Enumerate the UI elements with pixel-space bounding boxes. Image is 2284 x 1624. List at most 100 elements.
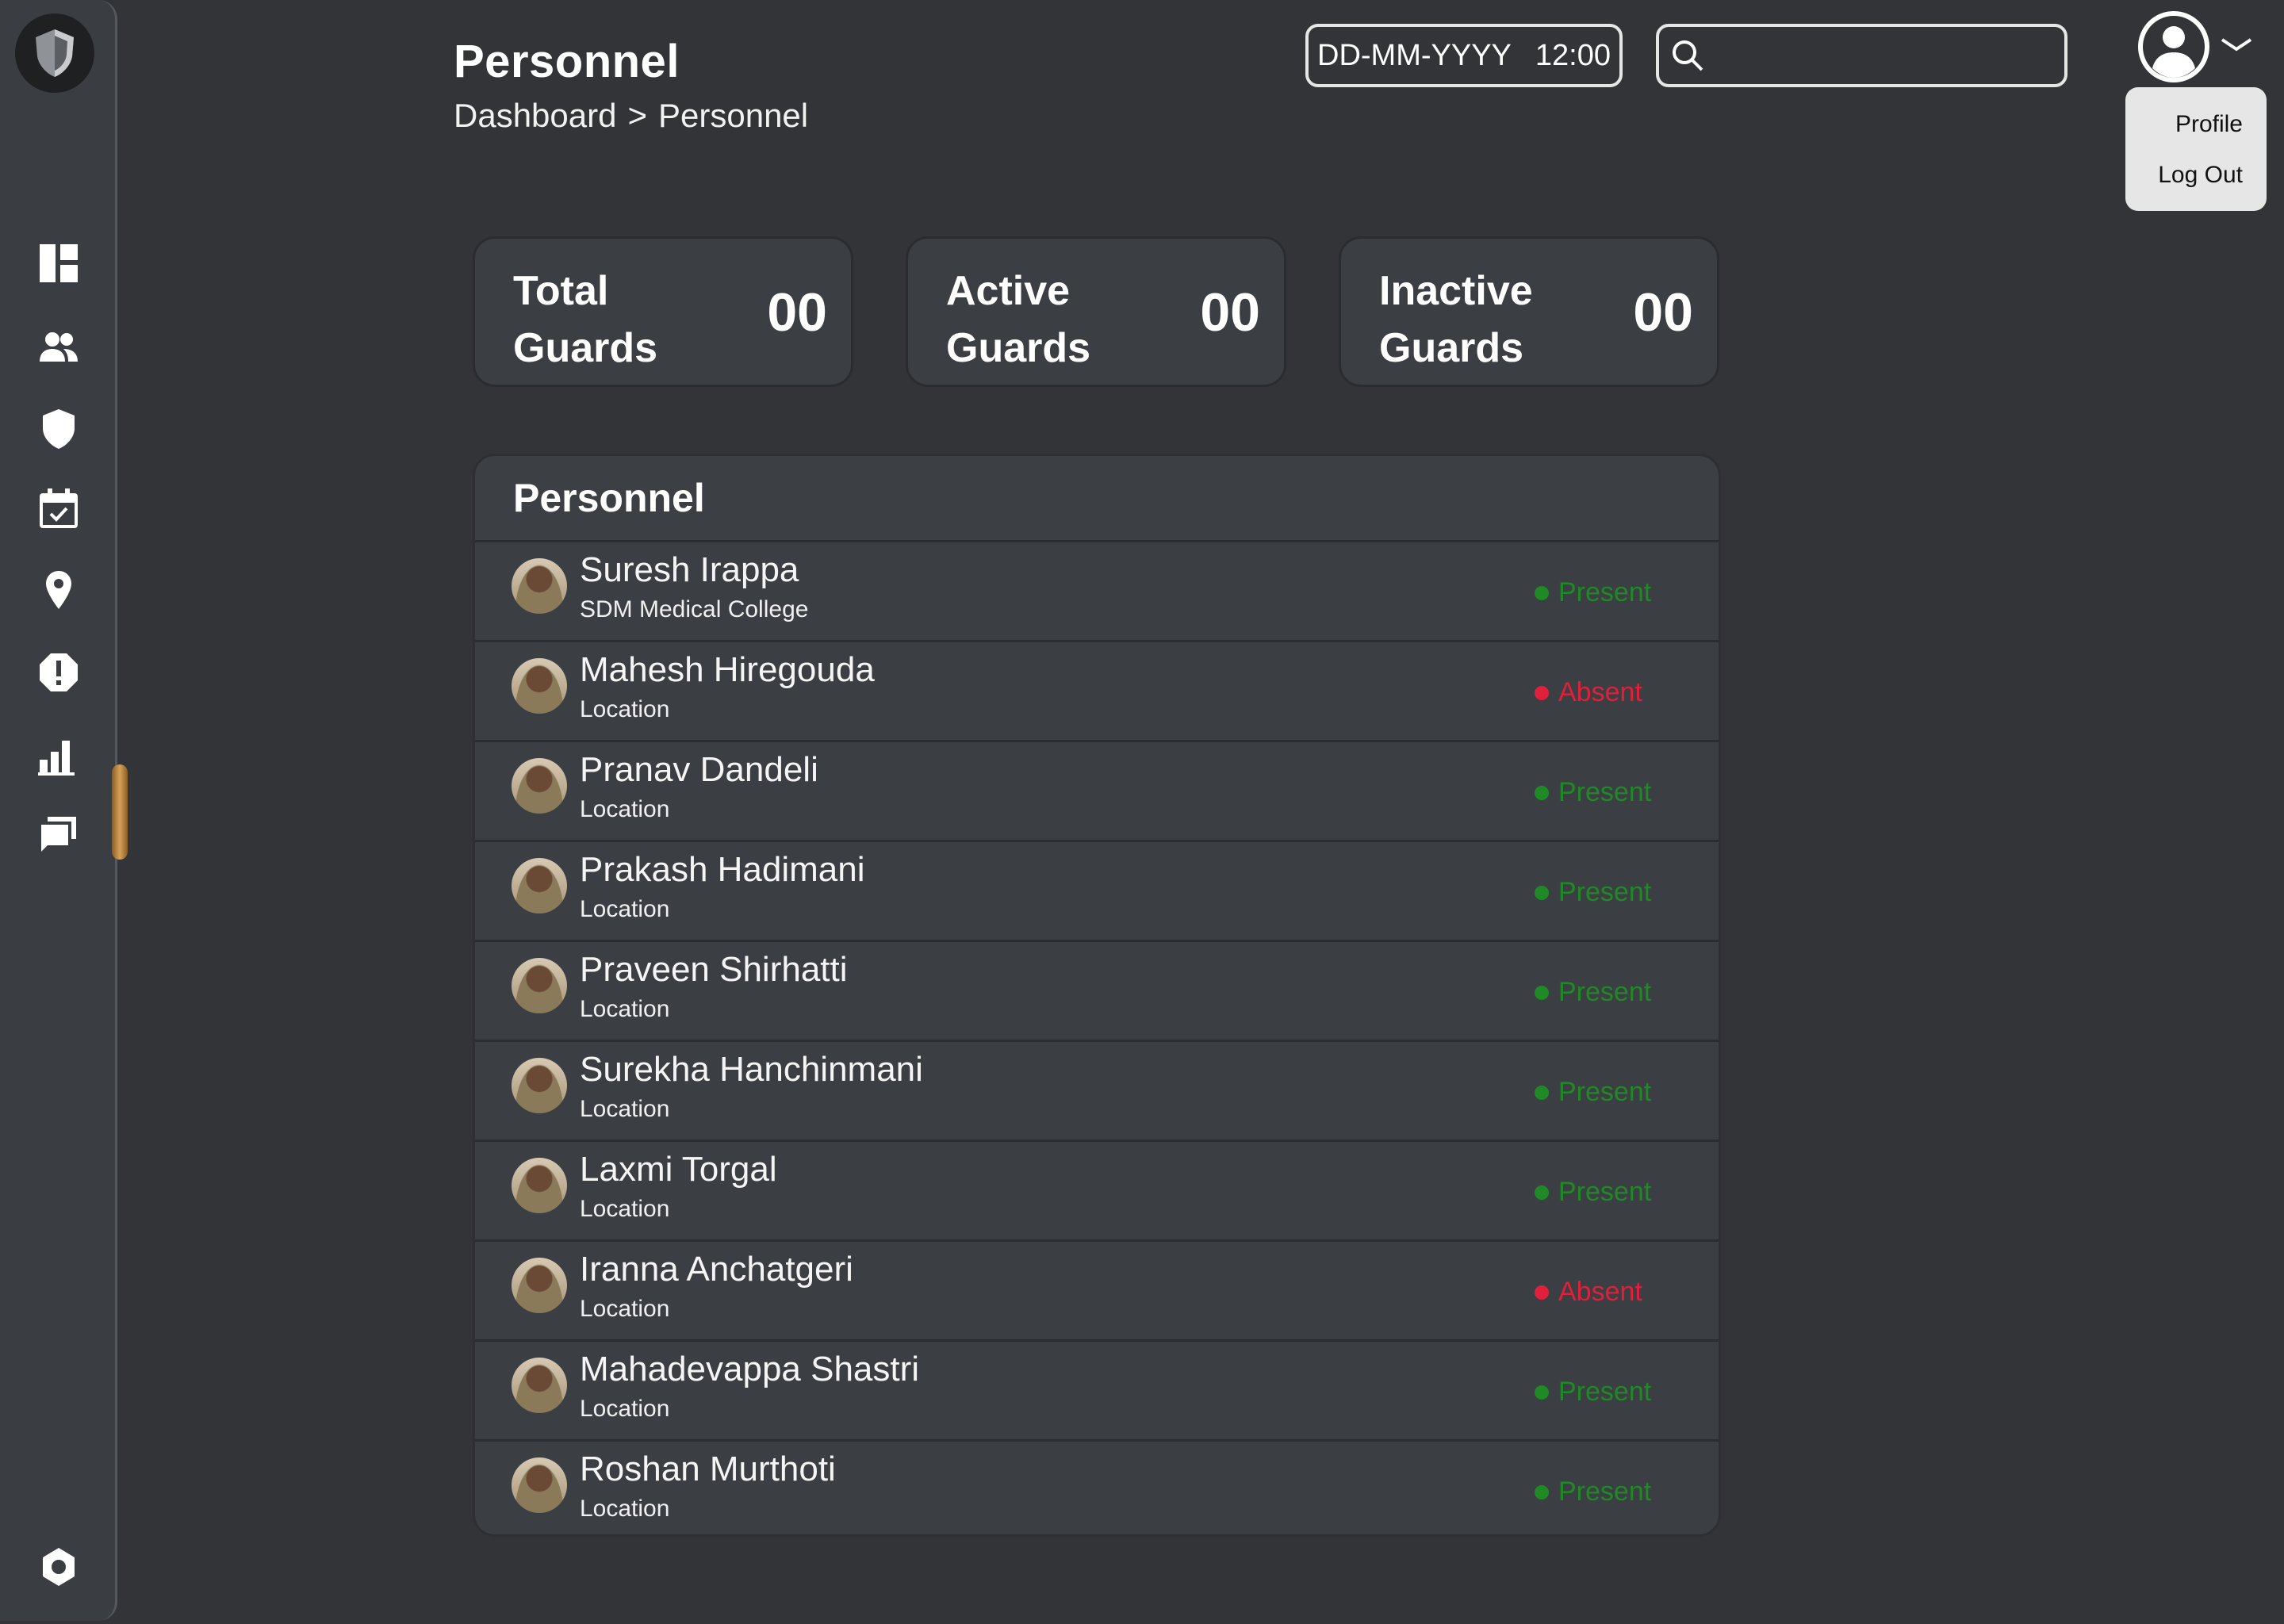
status-badge: Present [1535, 1177, 1651, 1208]
chevron-down-icon[interactable] [2217, 32, 2255, 56]
search-icon [1673, 40, 1703, 71]
personnel-location: Location [580, 996, 670, 1022]
status-dot-icon [1535, 1285, 1549, 1300]
personnel-name: Roshan Murthoti [580, 1450, 836, 1488]
sidebar-scrollbar[interactable] [112, 764, 128, 860]
personnel-panel: Personnel Suresh Irappa SDM Medical Colle… [473, 454, 1721, 1537]
status-text: Present [1558, 577, 1652, 607]
avatar [512, 958, 567, 1013]
status-badge: Present [1535, 877, 1651, 908]
stat-card-total-guards[interactable]: Total Guards 00 [473, 236, 853, 387]
personnel-name: Iranna Anchatgeri [580, 1250, 853, 1289]
search-box[interactable] [1656, 24, 2067, 87]
list-item[interactable]: Pranav Dandeli Location Present [475, 740, 1719, 840]
personnel-name: Suresh Irappa [580, 550, 799, 589]
status-badge: Present [1535, 1477, 1651, 1507]
personnel-location: Location [580, 796, 670, 822]
status-text: Present [1558, 1477, 1652, 1507]
sidebar [0, 0, 117, 1621]
personnel-location: Location [580, 1096, 670, 1122]
breadcrumb: Dashboard > Personnel [454, 97, 808, 135]
status-text: Present [1558, 877, 1652, 907]
page-title: Personnel [454, 36, 680, 87]
avatar [512, 858, 567, 914]
shield-icon[interactable] [36, 406, 81, 450]
status-text: Present [1558, 977, 1652, 1007]
alert-icon[interactable] [36, 650, 81, 695]
avatar [512, 658, 567, 714]
people-icon[interactable] [36, 325, 81, 370]
breadcrumb-current: Personnel [658, 97, 809, 134]
user-dropdown-menu: Profile Log Out [2125, 87, 2267, 211]
status-badge: Present [1535, 977, 1651, 1008]
list-item[interactable]: Mahesh Hiregouda Location Absent [475, 640, 1719, 740]
stat-card-inactive-guards[interactable]: Inactive Guards 00 [1339, 236, 1719, 387]
stat-label: Total Guards [513, 268, 658, 371]
status-text: Present [1558, 777, 1652, 807]
list-item[interactable]: Iranna Anchatgeri Location Absent [475, 1239, 1719, 1339]
search-input[interactable] [1715, 33, 2051, 79]
list-item[interactable]: Praveen Shirhatti Location Present [475, 940, 1719, 1040]
stat-label: Active Guards [946, 268, 1091, 371]
personnel-name: Surekha Hanchinmani [580, 1050, 923, 1089]
calendar-check-icon[interactable] [36, 487, 81, 531]
avatar [512, 1258, 567, 1313]
avatar [512, 1158, 567, 1213]
status-badge: Present [1535, 577, 1651, 608]
avatar [512, 1358, 567, 1413]
personnel-location: SDM Medical College [580, 596, 809, 622]
avatar [512, 758, 567, 814]
status-dot-icon [1535, 885, 1549, 900]
list-item[interactable]: Prakash Hadimani Location Present [475, 840, 1719, 940]
status-dot-icon [1535, 1385, 1549, 1400]
status-dot-icon [1535, 685, 1549, 700]
shield-logo[interactable] [15, 13, 94, 93]
status-text: Present [1558, 1377, 1652, 1407]
stat-card-active-guards[interactable]: Active Guards 00 [906, 236, 1286, 387]
personnel-name: Pranav Dandeli [580, 750, 818, 789]
status-badge: Present [1535, 1077, 1651, 1108]
status-dot-icon [1535, 785, 1549, 800]
status-dot-icon [1535, 585, 1549, 600]
stat-value: 00 [767, 282, 827, 343]
personnel-list: Suresh Irappa SDM Medical College Present M… [475, 540, 1719, 1534]
breadcrumb-dashboard[interactable]: Dashboard [454, 97, 616, 134]
status-badge: Absent [1535, 1277, 1642, 1308]
date-text: DD-MM-YYYY [1317, 38, 1512, 72]
avatar [512, 1457, 567, 1513]
status-dot-icon [1535, 1185, 1549, 1200]
personnel-location: Location [580, 1196, 670, 1222]
list-item[interactable]: Laxmi Torgal Location Present [475, 1139, 1719, 1239]
personnel-location: Location [580, 1296, 670, 1322]
personnel-name: Mahadevappa Shastri [580, 1350, 920, 1388]
list-item[interactable]: Suresh Irappa SDM Medical College Present [475, 540, 1719, 640]
status-badge: Present [1535, 1377, 1651, 1408]
user-avatar-icon[interactable] [2136, 10, 2211, 84]
profile-menu-item[interactable]: Profile [2175, 111, 2243, 138]
list-item[interactable]: Surekha Hanchinmani Location Present [475, 1040, 1719, 1139]
list-item[interactable]: Mahadevappa Shastri Location Present [475, 1339, 1719, 1439]
personnel-location: Location [580, 696, 670, 722]
personnel-name: Mahesh Hiregouda [580, 650, 875, 689]
personnel-location: Location [580, 896, 670, 922]
status-text: Absent [1558, 677, 1642, 707]
list-item[interactable]: Roshan Murthoti Location Present [475, 1439, 1719, 1534]
status-dot-icon [1535, 1484, 1549, 1500]
stat-label: Inactive Guards [1379, 268, 1533, 371]
status-dot-icon [1535, 985, 1549, 1000]
avatar [512, 1058, 567, 1113]
stat-value: 00 [1200, 282, 1260, 343]
status-dot-icon [1535, 1085, 1549, 1100]
date-time-display: DD-MM-YYYY 12:00 [1305, 24, 1623, 87]
avatar [512, 558, 567, 614]
chat-icon[interactable] [36, 812, 81, 856]
dashboard-icon[interactable] [36, 241, 81, 285]
status-text: Absent [1558, 1277, 1642, 1307]
panel-title: Personnel [513, 476, 705, 520]
bar-chart-icon[interactable] [36, 733, 81, 777]
personnel-name: Praveen Shirhatti [580, 950, 848, 989]
personnel-location: Location [580, 1496, 670, 1522]
location-pin-icon[interactable] [36, 568, 81, 612]
logout-menu-item[interactable]: Log Out [2158, 162, 2243, 189]
settings-icon[interactable] [36, 1545, 81, 1589]
